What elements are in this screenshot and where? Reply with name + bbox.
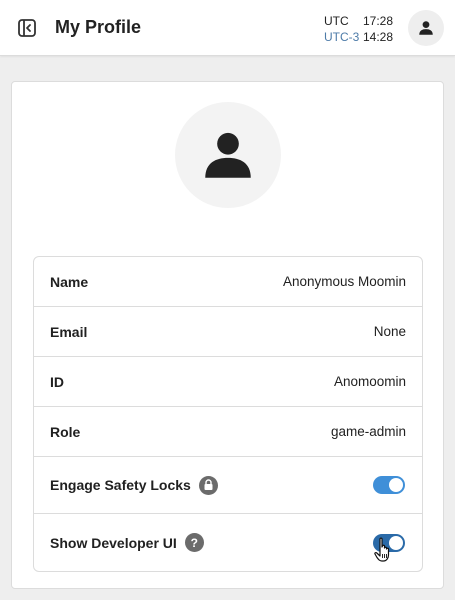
clock-row-utc: UTC 17:28 (324, 13, 393, 29)
clock-zone: UTC (324, 14, 349, 28)
sidebar-collapse-button[interactable] (14, 15, 40, 41)
setting-row-developer-ui: Show Developer UI ? (34, 514, 422, 571)
row-label: Role (50, 423, 81, 440)
profile-row-name: Name Anonymous Moomin (34, 257, 422, 307)
profile-avatar (175, 102, 281, 208)
profile-row-email: Email None (34, 307, 422, 357)
toggle-thumb (389, 478, 403, 492)
safety-locks-toggle[interactable] (373, 476, 405, 494)
clock-row-local: UTC-3 14:28 (324, 29, 393, 45)
row-label: Name (50, 273, 89, 290)
developer-ui-toggle[interactable] (373, 533, 405, 552)
row-value: None (373, 324, 406, 339)
clock-zone: UTC-3 (324, 30, 360, 44)
profile-row-role: Role game-admin (34, 407, 422, 457)
developer-ui-label: Show Developer UI (50, 534, 177, 551)
row-value: Anonymous Moomin (282, 274, 406, 289)
person-icon (205, 132, 251, 178)
row-label: ID (50, 373, 64, 390)
profile-info-list: Name Anonymous Moomin Email None ID Anom… (33, 256, 423, 572)
profile-row-id: ID Anomoomin (34, 357, 422, 407)
row-label: Email (50, 323, 88, 340)
top-bar: My Profile UTC 17:28 UTC-3 14:28 (0, 0, 455, 56)
row-value: Anomoomin (333, 374, 406, 389)
lock-icon (198, 475, 218, 495)
row-label: Engage Safety Locks (50, 475, 218, 495)
row-value: game-admin (330, 424, 406, 439)
clock-time: 17:28 (363, 14, 394, 28)
sidebar-collapse-icon (18, 19, 36, 37)
help-icon[interactable]: ? (184, 533, 204, 552)
clock-time: 14:28 (363, 30, 394, 44)
toggle-thumb (389, 535, 403, 550)
person-icon (419, 21, 433, 35)
row-label: Show Developer UI ? (50, 533, 204, 552)
clock-display: UTC 17:28 UTC-3 14:28 (324, 13, 393, 45)
page-title: My Profile (55, 17, 142, 37)
setting-row-safety-locks: Engage Safety Locks (34, 457, 422, 514)
safety-locks-label: Engage Safety Locks (50, 477, 191, 493)
user-menu-button[interactable] (408, 10, 444, 46)
profile-card: Name Anonymous Moomin Email None ID Anom… (11, 81, 444, 589)
